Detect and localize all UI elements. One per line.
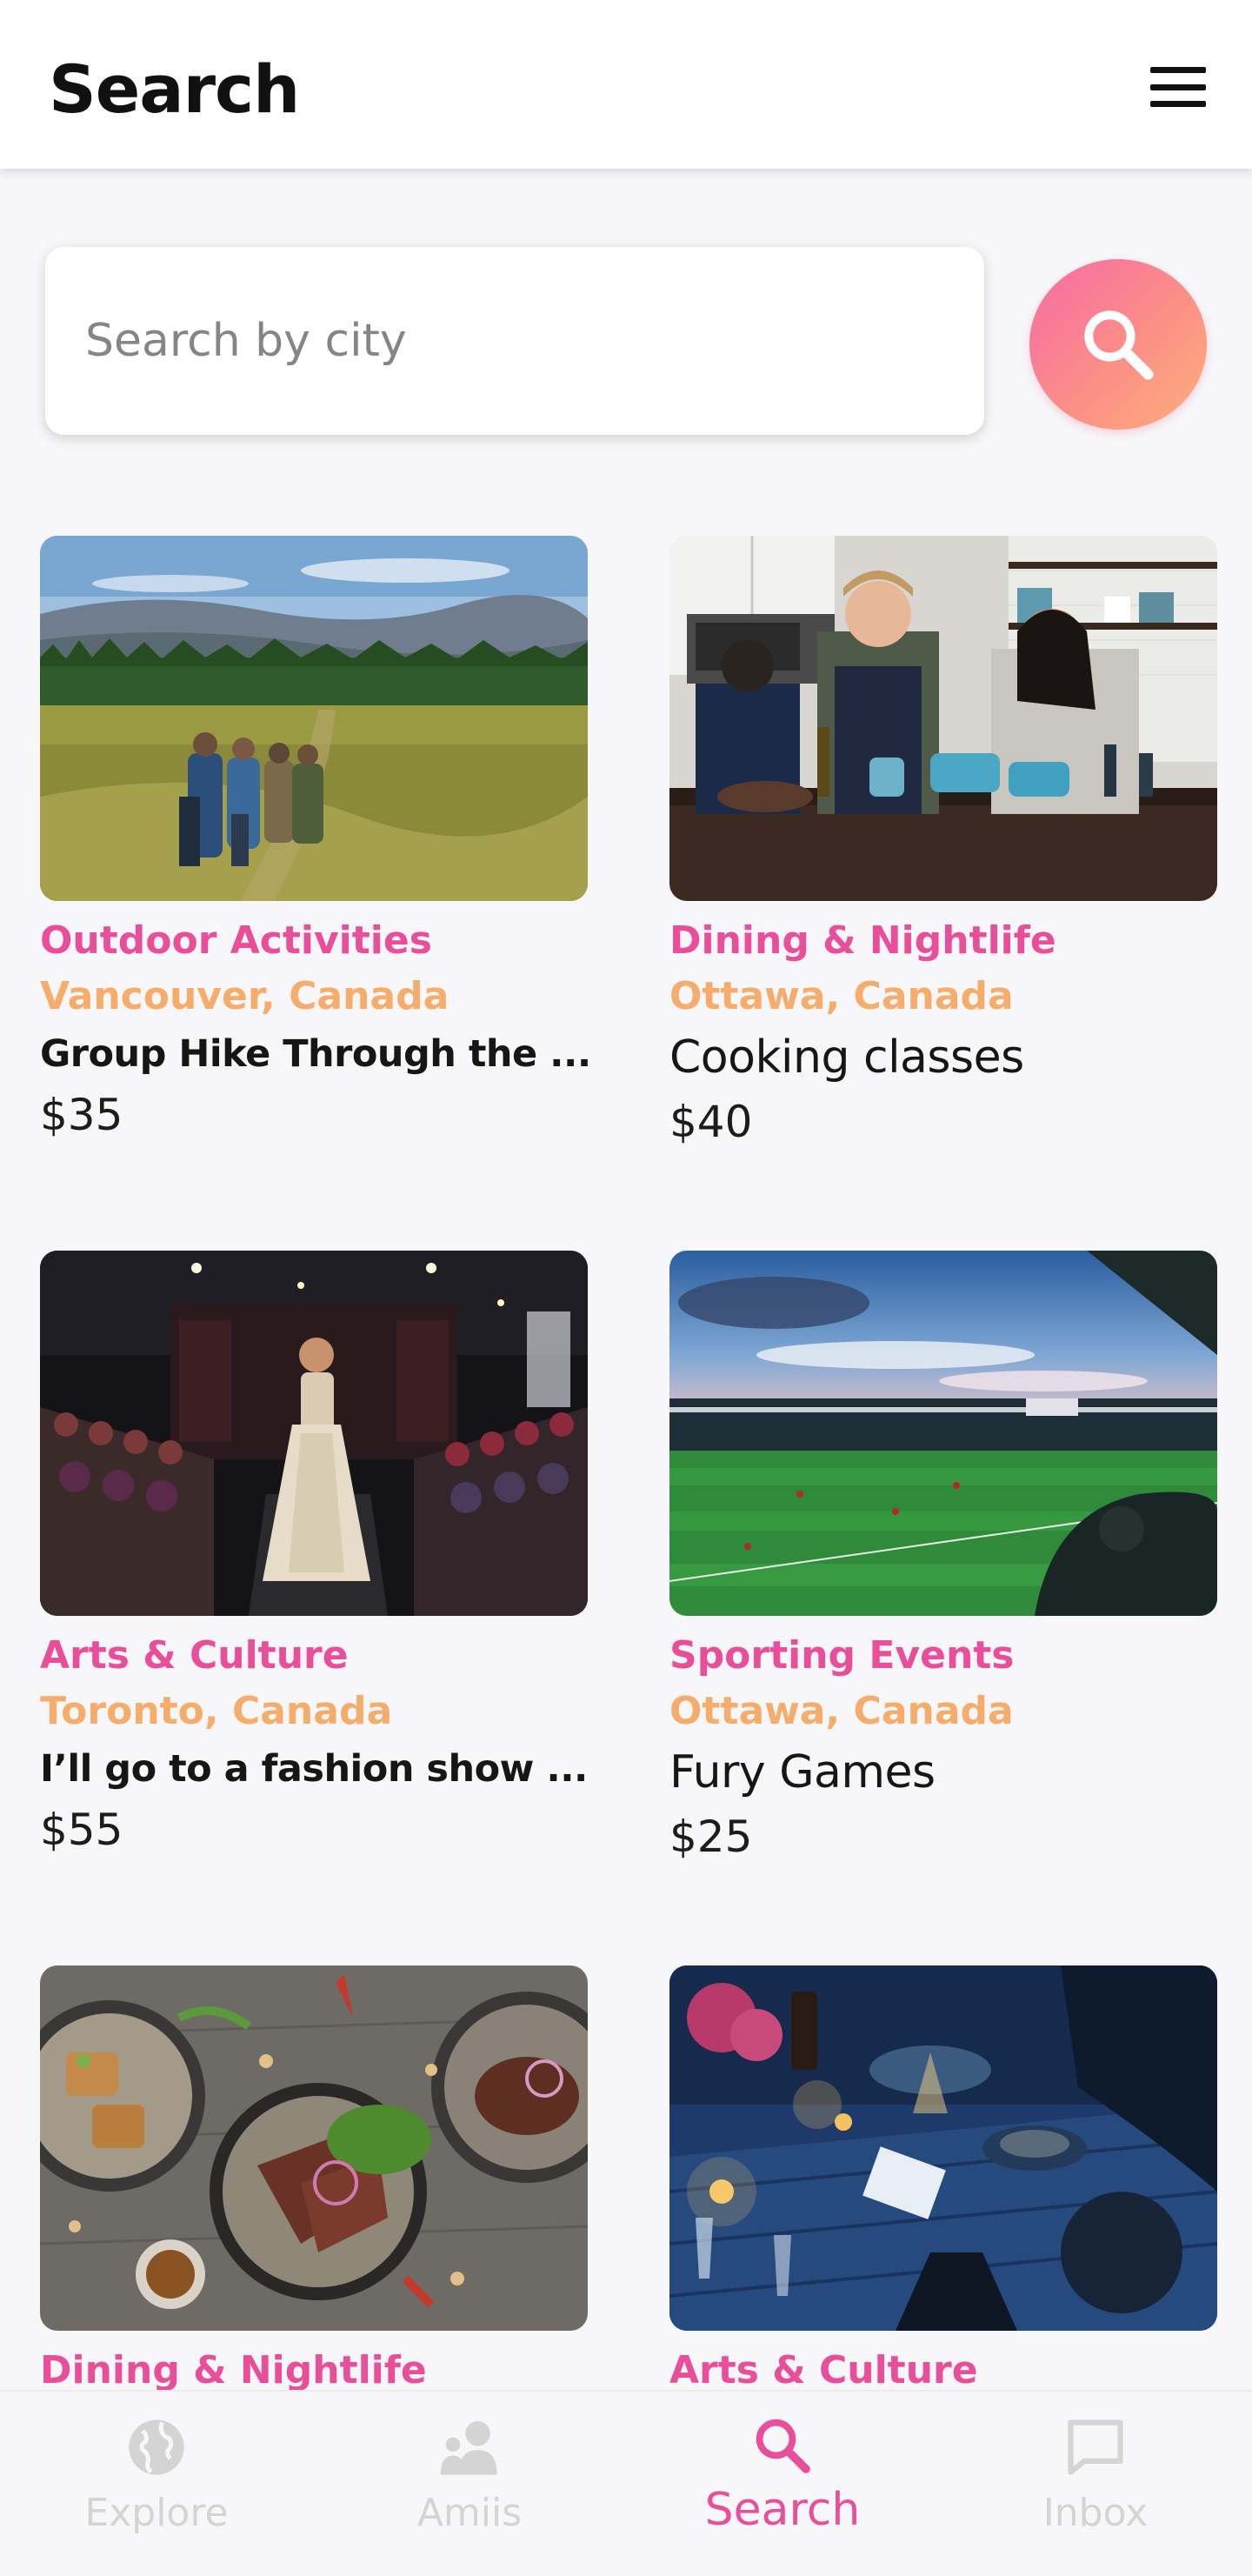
experience-card[interactable]: Dining & Nightlife Ottawa, Canada Cookin… [669,536,1217,1153]
card-image-dinner[interactable] [669,1965,1217,2331]
search-submit-button[interactable] [1029,259,1207,430]
experience-card[interactable]: Outdoor Activities Vancouver, Canada Gro… [40,536,588,1146]
card-title: Fury Games [669,1746,936,1799]
nav-item-inbox[interactable]: Inbox [939,2392,1252,2576]
nav-item-amiis[interactable]: Amiis [313,2392,626,2576]
card-category: Sporting Events [669,1633,1015,1678]
card-image-fashion-show[interactable] [40,1251,588,1616]
nav-label: Inbox [1042,2491,1149,2535]
card-category: Outdoor Activities [40,918,432,963]
card-title: I’ll go to a fashion show ... [40,1747,588,1791]
card-category: Arts & Culture [40,1633,349,1678]
card-price: $40 [669,1097,753,1147]
card-location: Ottawa, Canada [669,1689,1014,1733]
experience-card[interactable]: Arts & Culture [669,1965,1217,2399]
card-image-food[interactable] [40,1965,588,2331]
page-title: Search [49,50,300,128]
card-location: Toronto, Canada [40,1689,393,1733]
people-icon [440,2420,497,2475]
experience-card[interactable]: Dining & Nightlife [40,1965,588,2399]
card-location: Vancouver, Canada [40,974,450,1018]
card-category: Dining & Nightlife [669,918,1056,963]
search-field[interactable] [45,247,984,435]
card-price: $35 [40,1090,123,1140]
globe-icon [129,2419,184,2475]
experience-card[interactable]: Arts & Culture Toronto, Canada I’ll go t… [40,1251,588,1861]
search-icon [1084,310,1154,380]
card-image-stadium[interactable] [669,1251,1217,1616]
card-title: Group Hike Through the ... [40,1032,588,1076]
card-price: $55 [40,1805,123,1855]
card-price: $25 [669,1812,753,1862]
menu-button[interactable] [1139,61,1217,113]
search-icon [756,2419,810,2473]
experience-card[interactable]: Sporting Events Ottawa, Canada Fury Game… [669,1251,1217,1868]
nav-label: Amiis [416,2491,523,2535]
nav-label: Explore [84,2491,229,2535]
card-location: Ottawa, Canada [669,974,1014,1018]
nav-label: Search [704,2484,861,2536]
bottom-navigation: Explore Amiis Search Inbox [0,2390,1252,2576]
chat-bubble-icon [1068,2419,1123,2475]
nav-item-search[interactable]: Search [626,2392,939,2576]
card-image-cooking[interactable] [669,536,1217,901]
card-image-hike[interactable] [40,536,588,901]
card-title: Cooking classes [669,1031,1024,1084]
hamburger-menu-icon [1150,67,1206,107]
top-app-bar: Search [0,0,1252,169]
search-input[interactable] [83,314,946,368]
nav-item-explore[interactable]: Explore [0,2392,313,2576]
